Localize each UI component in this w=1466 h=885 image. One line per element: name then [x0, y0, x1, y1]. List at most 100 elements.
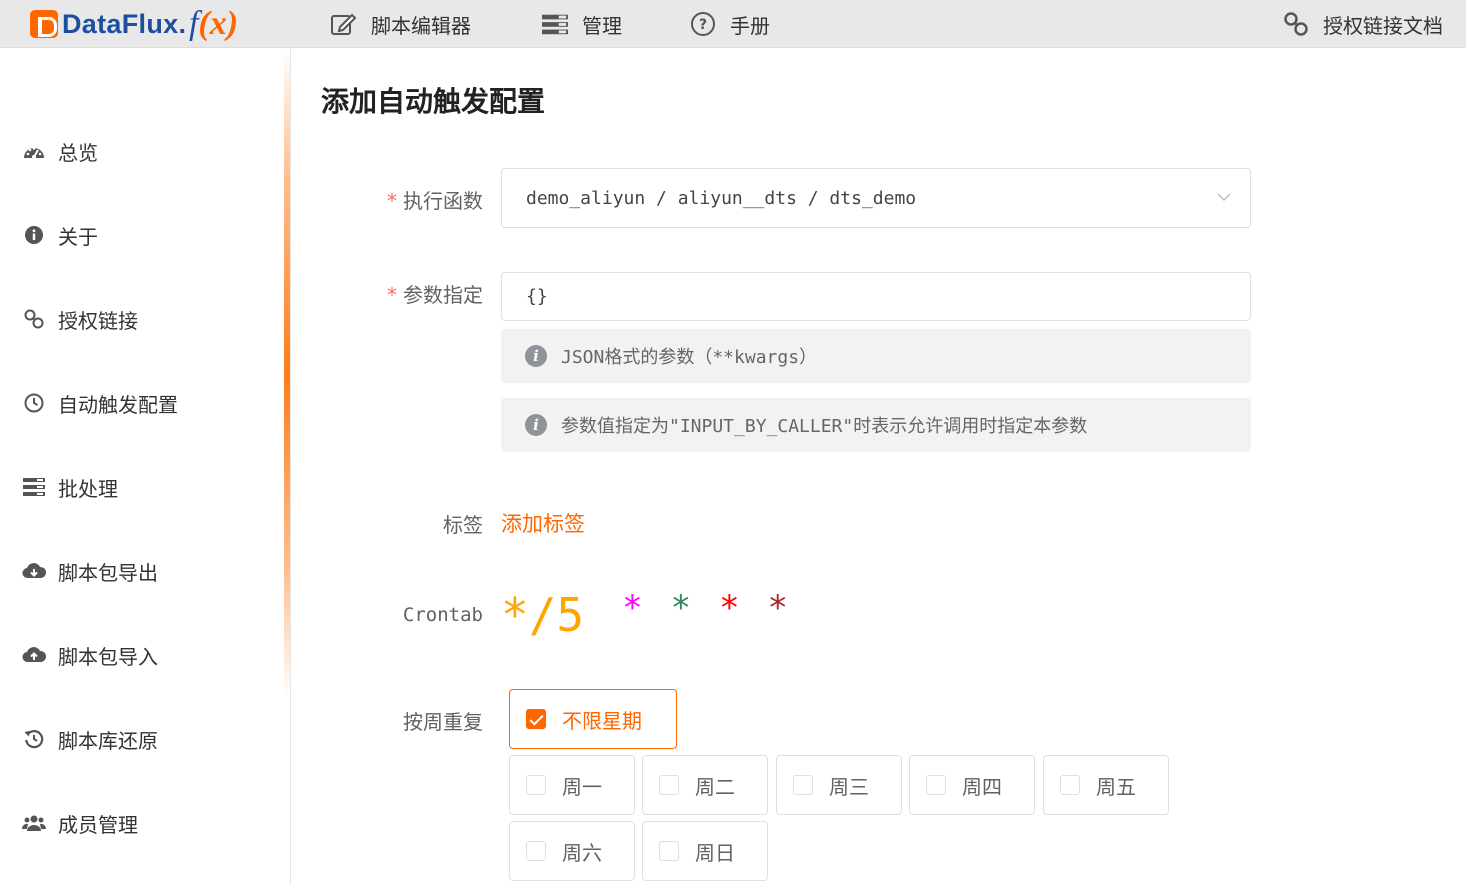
- nav-script-editor[interactable]: 脚本编辑器: [331, 0, 471, 48]
- weekday-label: 按周重复: [403, 710, 483, 734]
- edit-icon: [331, 11, 357, 37]
- sidebar-item-label: 自动触发配置: [58, 392, 178, 417]
- nav-auth-link-doc-label: 授权链接文档: [1323, 13, 1443, 38]
- cloud-download-icon: [22, 559, 46, 583]
- weekday-checkbox-tue[interactable]: 周二: [642, 755, 768, 815]
- sidebar-item-label: 脚本库还原: [58, 728, 158, 753]
- add-tag-link[interactable]: 添加标签: [501, 508, 585, 538]
- kwargs-input-value: {}: [526, 286, 548, 307]
- manage-list-icon: [542, 11, 568, 37]
- weekday-checkbox-fri[interactable]: 周五: [1043, 755, 1169, 815]
- dashboard-icon: [22, 139, 46, 163]
- kwargs-hint-json: i JSON格式的参数（**kwargs）: [501, 329, 1251, 383]
- logo-name: DataFlux: [62, 8, 179, 39]
- sidebar-item-about[interactable]: 关于: [22, 220, 98, 250]
- crontab-field-day: *: [670, 588, 692, 628]
- svg-text:?: ?: [699, 17, 707, 33]
- sidebar: [0, 48, 290, 885]
- kwargs-input[interactable]: {}: [501, 272, 1251, 321]
- weekday-checkbox-sat[interactable]: 周六: [509, 821, 635, 881]
- sidebar-item-label: 关于: [58, 224, 98, 249]
- logo-fx-close: ): [226, 5, 239, 42]
- cloud-upload-icon: [22, 643, 46, 667]
- sidebar-item-members[interactable]: 成员管理: [22, 808, 138, 838]
- logo-fx-x: x: [209, 5, 227, 42]
- weekday-checkbox-wed[interactable]: 周三: [776, 755, 902, 815]
- app-logo[interactable]: DataFlux. f(x): [30, 5, 238, 43]
- sidebar-item-export[interactable]: 脚本包导出: [22, 556, 158, 586]
- sidebar-item-label: 授权链接: [58, 308, 138, 333]
- checkbox-icon: [793, 775, 813, 795]
- top-bar: DataFlux. f(x) 脚本编辑器 管理 ? 手册 授权链接文档: [0, 0, 1466, 48]
- crontab-field-month: *: [719, 588, 740, 628]
- weekday-checkbox-sun[interactable]: 周日: [642, 821, 768, 881]
- func-label: * 执行函数: [283, 185, 483, 214]
- info-icon: i: [525, 345, 547, 367]
- checkbox-icon: [1060, 775, 1080, 795]
- weekday-label-text: 周五: [1096, 774, 1136, 799]
- required-mark: *: [387, 189, 397, 213]
- nav-manual[interactable]: ? 手册: [690, 0, 770, 48]
- history-icon: [22, 727, 46, 751]
- sidebar-item-label: 脚本包导入: [58, 644, 158, 669]
- sidebar-item-label: 脚本包导出: [58, 560, 158, 585]
- chevron-down-icon: [1216, 189, 1232, 210]
- logo-fx-f: f: [188, 5, 199, 42]
- nav-script-editor-label: 脚本编辑器: [371, 13, 471, 38]
- sidebar-item-restore[interactable]: 脚本库还原: [22, 724, 158, 754]
- sidebar-item-label: 总览: [58, 140, 98, 165]
- crontab-display: */5 * * * *: [501, 585, 816, 645]
- sidebar-item-auth-link[interactable]: 授权链接: [22, 304, 138, 334]
- nav-manage-label: 管理: [582, 13, 622, 38]
- hint-text: 参数值指定为"INPUT_BY_CALLER"时表示允许调用时指定本参数: [561, 416, 1088, 437]
- all-weekdays-label: 不限星期: [562, 708, 642, 733]
- weekday-label-text: 周二: [695, 774, 735, 799]
- crontab-field-weekday: *: [767, 588, 789, 628]
- question-circle-icon: ?: [690, 11, 716, 37]
- link-icon: [1283, 11, 1309, 37]
- weekday-label-text: 周六: [562, 840, 602, 865]
- weekday-label-text: 周日: [695, 840, 735, 865]
- kwargs-label-text: 参数指定: [403, 283, 483, 307]
- link-icon: [22, 307, 46, 331]
- checkbox-icon: [526, 775, 546, 795]
- checkbox-icon: [526, 841, 546, 861]
- logo-mark-icon: [30, 10, 58, 38]
- func-label-text: 执行函数: [403, 189, 483, 213]
- page-title: 添加自动触发配置: [321, 85, 546, 118]
- sidebar-item-import[interactable]: 脚本包导入: [22, 640, 158, 670]
- logo-fx: f(x): [189, 5, 238, 43]
- func-select[interactable]: demo_aliyun / aliyun__dts / dts_demo: [501, 168, 1251, 228]
- sidebar-item-batch[interactable]: 批处理: [22, 472, 118, 502]
- weekday-label-text: 周一: [562, 774, 602, 799]
- crontab-label: Crontab: [402, 604, 483, 626]
- checkbox-icon: [926, 775, 946, 795]
- weekday-checkbox-mon[interactable]: 周一: [509, 755, 635, 815]
- weekday-checkbox-thu[interactable]: 周四: [909, 755, 1035, 815]
- func-select-value: demo_aliyun / aliyun__dts / dts_demo: [526, 187, 917, 209]
- sidebar-item-label: 批处理: [58, 476, 118, 501]
- weekday-label-text: 周三: [829, 774, 869, 799]
- crontab-field-hour: *: [622, 588, 643, 628]
- sidebar-item-label: 成员管理: [58, 812, 138, 837]
- logo-dot: .: [178, 8, 186, 39]
- users-icon: [22, 811, 46, 835]
- logo-fx-open: (: [198, 5, 210, 42]
- list-icon: [22, 475, 46, 499]
- all-weekdays-checkbox[interactable]: 不限星期: [509, 689, 677, 749]
- sidebar-item-overview[interactable]: 总览: [22, 136, 98, 166]
- kwargs-label: * 参数指定: [283, 279, 483, 308]
- sidebar-divider: [290, 48, 291, 885]
- tags-label: 标签: [443, 513, 483, 537]
- clock-icon: [22, 391, 46, 415]
- checkbox-icon: [659, 775, 679, 795]
- checkbox-checked-icon: [526, 709, 546, 729]
- crontab-field-minute: */5: [501, 588, 585, 642]
- nav-manage[interactable]: 管理: [542, 0, 622, 48]
- nav-auth-link-doc[interactable]: 授权链接文档: [1283, 0, 1443, 48]
- kwargs-hint-caller: i 参数值指定为"INPUT_BY_CALLER"时表示允许调用时指定本参数: [501, 398, 1251, 452]
- sidebar-item-crontab-config[interactable]: 自动触发配置: [22, 388, 178, 418]
- info-icon: [22, 223, 46, 247]
- info-icon: i: [525, 414, 547, 436]
- required-mark: *: [387, 283, 397, 307]
